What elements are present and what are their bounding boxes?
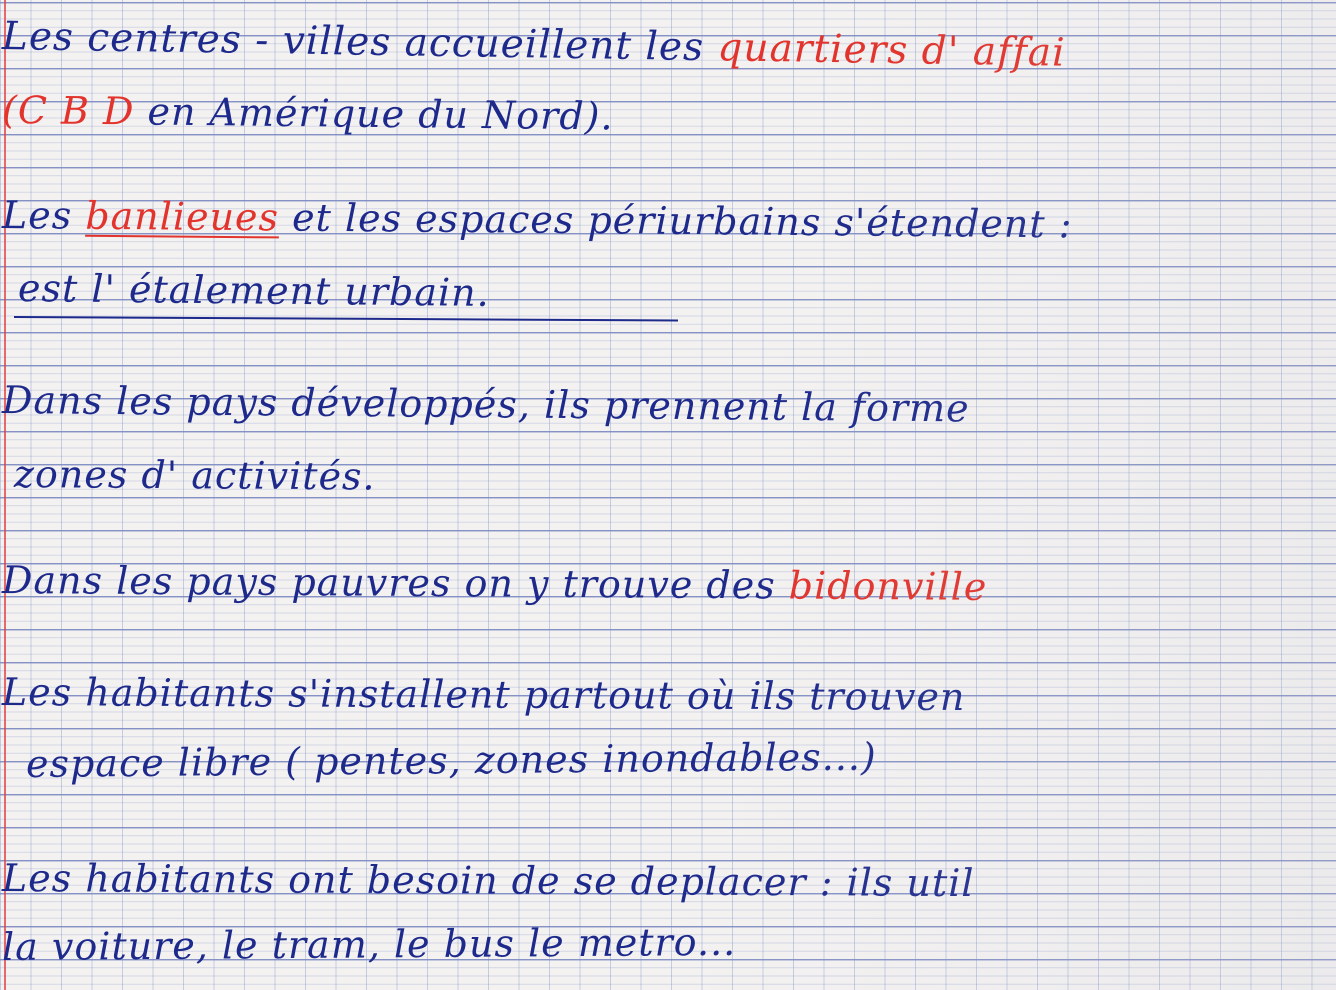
notebook-page: Les centres - villes accueillent les qua… (0, 0, 1336, 990)
note-text: Dans les pays développés, ils prennent l… (1, 378, 970, 431)
note-line-10: Les habitants ont besoin de se deplacer … (2, 856, 975, 905)
note-text: la voiture, le tram, le bus le metro... (1, 919, 737, 969)
note-line-1: Les centres - villes accueillent les qua… (2, 14, 1066, 76)
key-term-banlieues: banlieues (85, 193, 280, 240)
note-text: Les (1, 193, 86, 238)
note-line-8: Les habitants s'installent partout où il… (2, 670, 966, 719)
key-term-cbd: (C B D (1, 88, 135, 134)
note-line-11: la voiture, le tram, le bus le metro... (2, 920, 736, 969)
note-text: Les centres - villes accueillent les (1, 14, 718, 71)
note-line-5: Dans les pays développés, ils prennent l… (2, 378, 970, 430)
key-term-bidonvilles: bidonville (788, 563, 988, 609)
note-text: espace libre ( pentes, zones inondables.… (25, 734, 877, 786)
note-text: Dans les pays pauvres on y trouve des (1, 558, 789, 608)
underline-rule (13, 316, 678, 322)
note-line-2: (C B D en Amérique du Nord). (2, 88, 614, 138)
note-line-6: zones d' activités. (14, 452, 376, 499)
key-term-quartiers-affaires: quartiers d' affai (717, 25, 1066, 76)
note-line-9: espace libre ( pentes, zones inondables.… (26, 735, 877, 786)
note-line-4: est l' étalement urbain. (18, 266, 490, 315)
key-term-etalement-urbain: étalement urbain. (128, 267, 490, 315)
red-margin-line (4, 0, 6, 990)
note-text: et les espaces périurbains s'étendent : (278, 195, 1073, 247)
note-text: zones d' activités. (13, 452, 376, 499)
note-line-7: Dans les pays pauvres on y trouve des bi… (2, 558, 988, 609)
note-line-3: Les banlieues et les espaces périurbains… (2, 193, 1073, 246)
note-text: Les habitants ont besoin de se deplacer … (1, 856, 975, 906)
note-text: est l' (17, 266, 130, 312)
note-text: en Amérique du Nord). (134, 89, 614, 139)
note-text: Les habitants s'installent partout où il… (1, 670, 966, 720)
